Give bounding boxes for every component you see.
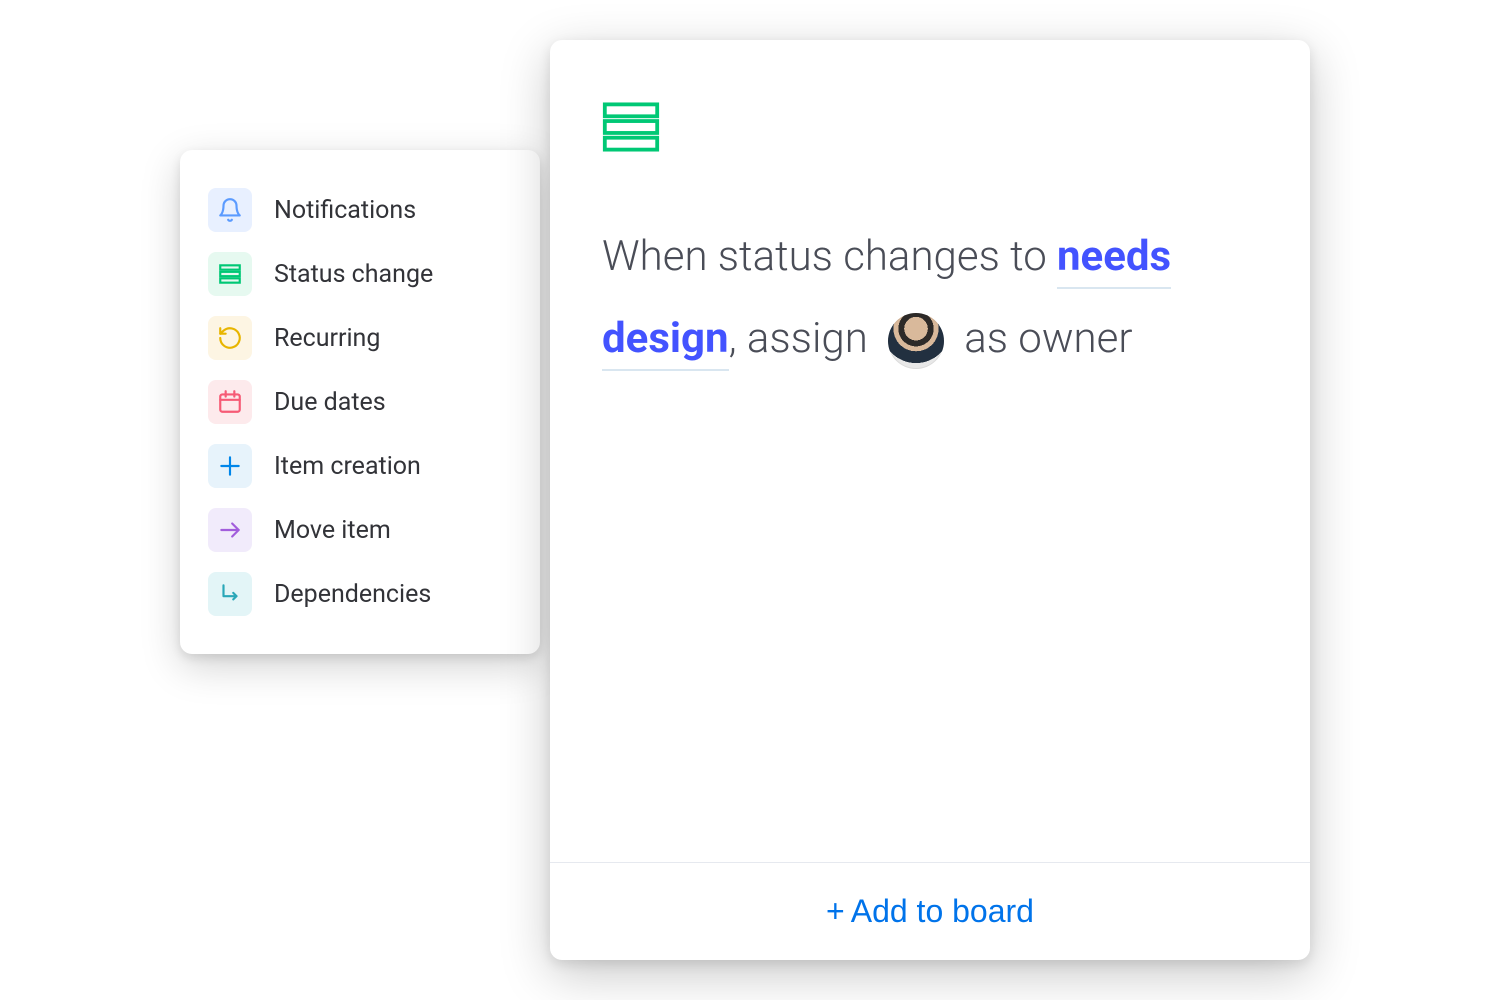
menu-item-label: Move item (274, 516, 391, 545)
recipe-body: When status changes to needs design, ass… (550, 40, 1310, 862)
recipe-sentence: When status changes to needs design, ass… (602, 216, 1258, 380)
add-to-board-button[interactable]: +Add to board (826, 893, 1034, 930)
recipe-text-mid: , assign (729, 314, 878, 363)
menu-item-label: Notifications (274, 196, 416, 225)
menu-item-label: Status change (274, 260, 433, 289)
recipe-text-suffix: as owner (954, 314, 1132, 363)
automation-menu-card: Notifications Status change Recurring (180, 150, 540, 654)
menu-item-label: Dependencies (274, 580, 431, 609)
menu-item-notifications[interactable]: Notifications (200, 178, 520, 242)
rows-icon (208, 252, 252, 296)
add-button-label: Add to board (851, 893, 1034, 929)
dependency-icon (208, 572, 252, 616)
menu-item-label: Item creation (274, 452, 421, 481)
assignee-avatar[interactable] (888, 313, 944, 369)
refresh-icon (208, 316, 252, 360)
menu-item-recurring[interactable]: Recurring (200, 306, 520, 370)
menu-item-move-item[interactable]: Move item (200, 498, 520, 562)
arrow-right-icon (208, 508, 252, 552)
menu-item-label: Due dates (274, 388, 386, 417)
menu-item-status-change[interactable]: Status change (200, 242, 520, 306)
menu-item-due-dates[interactable]: Due dates (200, 370, 520, 434)
menu-item-dependencies[interactable]: Dependencies (200, 562, 520, 626)
rows-icon (602, 102, 1258, 156)
recipe-footer: +Add to board (550, 862, 1310, 960)
calendar-icon (208, 380, 252, 424)
plus-icon (208, 444, 252, 488)
plus-icon: + (826, 893, 845, 929)
automation-recipe-card: When status changes to needs design, ass… (550, 40, 1310, 960)
bell-icon (208, 188, 252, 232)
menu-item-item-creation[interactable]: Item creation (200, 434, 520, 498)
menu-item-label: Recurring (274, 324, 380, 353)
recipe-text-prefix: When status changes to (602, 232, 1057, 281)
